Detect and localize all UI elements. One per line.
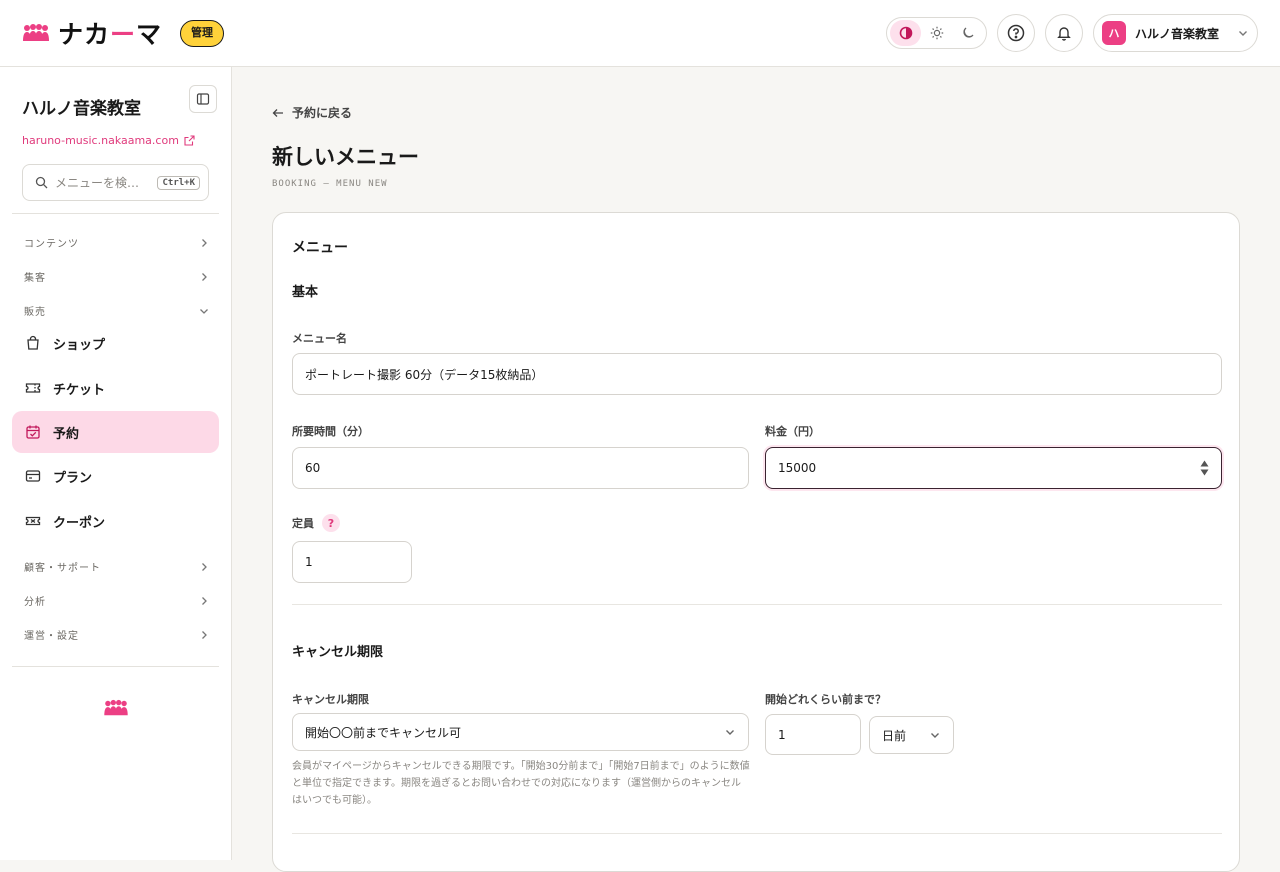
- sidebar-item-plan[interactable]: プラン: [12, 455, 219, 497]
- sun-icon: [930, 26, 943, 40]
- caret-down-icon: [1200, 469, 1209, 476]
- section-sales[interactable]: 販売: [24, 303, 209, 318]
- cancel-deadline-label: キャンセル期限: [292, 693, 369, 706]
- duration-input[interactable]: 60: [292, 447, 749, 489]
- coupon-icon: [25, 513, 41, 529]
- capacity-help-icon[interactable]: ?: [322, 514, 340, 532]
- bell-icon: [1057, 27, 1071, 41]
- account-name: ハルノ音楽教室: [1135, 26, 1220, 41]
- logo[interactable]: ナカーマ: [22, 18, 163, 49]
- notifications-button[interactable]: [1045, 14, 1083, 52]
- duration-label: 所要時間（分）: [292, 425, 369, 438]
- back-to-booking-link[interactable]: 予約に戻る: [272, 104, 352, 121]
- chevron-right-icon: [202, 238, 207, 247]
- capacity-input[interactable]: 1: [292, 541, 412, 583]
- price-label: 料金（円）: [765, 425, 820, 438]
- theme-light-button[interactable]: [921, 20, 952, 46]
- account-menu-button[interactable]: ハ ハルノ音楽教室: [1093, 14, 1258, 52]
- sidebar-item-ticket[interactable]: チケット: [12, 367, 219, 409]
- theme-dark-button[interactable]: [952, 20, 983, 46]
- before-start-unit-select[interactable]: 日前: [869, 716, 954, 754]
- logo-text: ナカーマ: [58, 20, 163, 49]
- moon-icon: [962, 27, 973, 38]
- divider: [12, 213, 219, 214]
- chevron-down-icon: [1239, 31, 1247, 36]
- search-icon: [35, 176, 48, 189]
- section-analytics[interactable]: 分析: [24, 593, 209, 608]
- chevron-down-icon: [200, 308, 208, 314]
- page-title: 新しいメニュー: [272, 145, 419, 169]
- ticket-icon: [25, 380, 41, 396]
- sidebar-toggle-icon: [196, 93, 210, 105]
- capacity-label: 定員 ?: [292, 514, 340, 532]
- chevron-right-icon: [202, 630, 207, 639]
- section-content[interactable]: コンテンツ: [24, 235, 209, 250]
- help-button[interactable]: [997, 14, 1035, 52]
- top-bar: ナカーマ 管理 ハ ハルノ音楽教室: [0, 0, 1280, 67]
- section-settings[interactable]: 運営・設定: [24, 627, 209, 642]
- help-circle-icon: [1007, 24, 1025, 42]
- admin-badge: 管理: [180, 20, 224, 47]
- chevron-down-icon: [726, 730, 734, 735]
- bag-icon: [25, 335, 41, 351]
- section-title-basic: 基本: [292, 285, 319, 300]
- chevron-right-icon: [202, 596, 207, 605]
- price-input[interactable]: 15000: [765, 447, 1222, 489]
- avatar: ハ: [1102, 21, 1126, 45]
- arrow-left-icon: [272, 108, 283, 117]
- divider: [292, 604, 1222, 605]
- org-url-link[interactable]: haruno-music.nakaama.com: [22, 134, 195, 147]
- caret-up-icon: [1200, 460, 1209, 467]
- menu-search[interactable]: Ctrl+K: [22, 164, 209, 201]
- chevron-right-icon: [202, 272, 207, 281]
- menu-form-card: メニュー 基本 メニュー名 ポートレート撮影 60分（データ15枚納品） 所要時…: [272, 212, 1240, 872]
- contrast-icon: [899, 26, 912, 40]
- section-title-cancel: キャンセル期限: [292, 645, 384, 660]
- search-shortcut: Ctrl+K: [157, 175, 200, 190]
- card-title: メニュー: [292, 240, 348, 256]
- calendar-check-icon: [25, 424, 41, 440]
- org-name: ハルノ音楽教室: [22, 99, 141, 119]
- sidebar: ハルノ音楽教室 haruno-music.nakaama.com Ctrl+K …: [0, 67, 232, 860]
- collapse-sidebar-button[interactable]: [189, 85, 217, 113]
- number-stepper[interactable]: [1200, 460, 1209, 476]
- section-customers[interactable]: 顧客・サポート: [24, 559, 209, 574]
- page-subtitle: BOOKING — MENU NEW: [272, 179, 388, 189]
- chevron-down-icon: [931, 733, 939, 738]
- menu-name-label: メニュー名: [292, 332, 347, 345]
- divider: [292, 833, 1222, 834]
- before-start-label: 開始どれくらい前まで？: [765, 693, 886, 706]
- chevron-right-icon: [202, 562, 207, 571]
- divider: [12, 666, 219, 667]
- sidebar-item-shop[interactable]: ショップ: [12, 322, 219, 364]
- search-input[interactable]: [55, 175, 145, 190]
- cancel-deadline-select[interactable]: 開始〇〇前までキャンセル可: [292, 713, 749, 751]
- sidebar-item-booking[interactable]: 予約: [12, 411, 219, 453]
- cancel-help-text: 会員がマイページからキャンセルできる期限です。「開始30分前まで」「開始7日前ま…: [292, 761, 750, 806]
- sidebar-item-coupon[interactable]: クーポン: [12, 500, 219, 542]
- people-logo-icon: [104, 699, 128, 716]
- before-start-amount-input[interactable]: 1: [765, 714, 861, 755]
- section-marketing[interactable]: 集客: [24, 269, 209, 284]
- card-icon: [25, 468, 41, 484]
- menu-name-input[interactable]: ポートレート撮影 60分（データ15枚納品）: [292, 353, 1222, 395]
- external-link-icon: [184, 135, 195, 146]
- people-logo-icon: [23, 24, 49, 41]
- theme-auto-button[interactable]: [890, 20, 921, 46]
- theme-toggle: [886, 17, 987, 49]
